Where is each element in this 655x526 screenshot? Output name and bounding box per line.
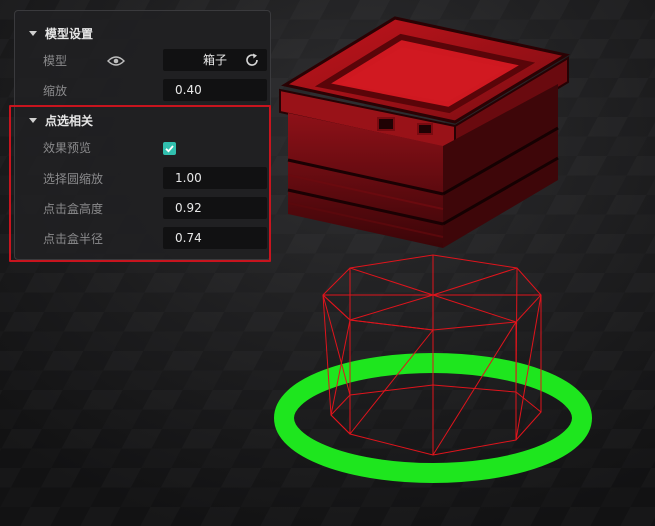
section-header-model[interactable]: 模型设置 xyxy=(29,22,93,44)
model-value: 箱子 xyxy=(203,53,228,67)
preview-checkbox[interactable] xyxy=(163,142,176,155)
scale-label: 缩放 xyxy=(43,84,68,98)
box-radius-input[interactable]: 0.74 xyxy=(163,227,267,249)
caret-down-icon xyxy=(29,30,37,36)
section-title-model: 模型设置 xyxy=(45,26,94,41)
preview-label: 效果预览 xyxy=(43,141,92,155)
section-title-pick: 点选相关 xyxy=(45,113,94,128)
model-label: 模型 xyxy=(43,54,68,68)
check-icon xyxy=(165,145,174,153)
box-radius-label: 点击盒半径 xyxy=(43,232,104,246)
scale-input[interactable]: 0.40 xyxy=(163,79,267,101)
caret-down-icon xyxy=(29,117,37,123)
properties-panel: 模型设置 模型 箱子 缩放 0.40 点选相关 效果预览 选择圆缩放 1.00 … xyxy=(14,10,271,260)
refresh-icon[interactable] xyxy=(244,52,260,68)
box-height-input[interactable]: 0.92 xyxy=(163,197,267,219)
eye-icon[interactable] xyxy=(107,55,125,67)
section-header-pick[interactable]: 点选相关 xyxy=(29,109,93,131)
circle-scale-input[interactable]: 1.00 xyxy=(163,167,267,189)
circle-scale-label: 选择圆缩放 xyxy=(43,172,104,186)
model-select[interactable]: 箱子 xyxy=(163,49,267,71)
box-height-label: 点击盒高度 xyxy=(43,202,104,216)
